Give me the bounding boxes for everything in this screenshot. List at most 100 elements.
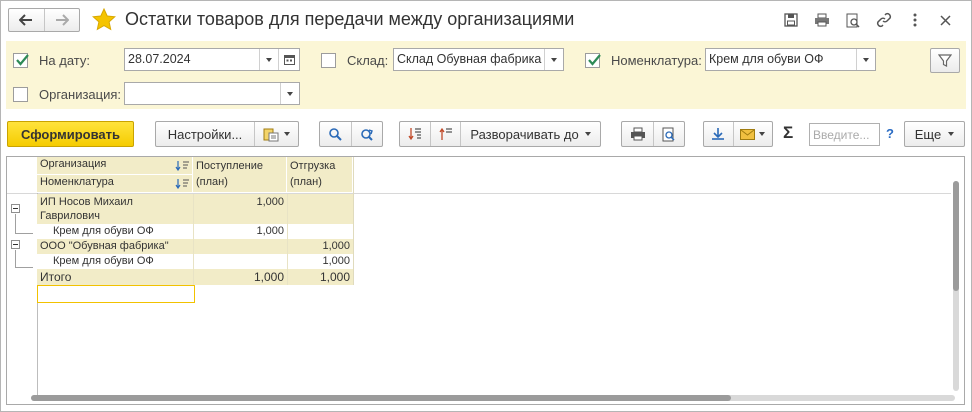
checkmark-icon: [16, 54, 29, 66]
more-label: Еще: [914, 126, 942, 142]
organization-value: [125, 83, 280, 104]
report-spreadsheet[interactable]: Организация Номенклатура Поступление (пл…: [6, 156, 965, 405]
calendar-button[interactable]: [278, 49, 299, 70]
table-cell-shipment[interactable]: [287, 224, 353, 239]
warehouse-value: Склад Обувная фабрика: [397, 52, 542, 66]
preview-button[interactable]: [837, 10, 868, 30]
favorite-star-icon[interactable]: [92, 7, 116, 34]
chevron-down-icon: [266, 57, 272, 62]
generate-button[interactable]: Сформировать: [7, 121, 134, 147]
download-icon: [712, 128, 725, 140]
chevron-down-icon: [948, 132, 955, 136]
scrollbar-thumb[interactable]: [953, 181, 959, 291]
header-organization[interactable]: Организация: [37, 157, 193, 175]
chevron-down-icon: [551, 57, 557, 62]
horizontal-scrollbar[interactable]: [31, 395, 955, 401]
calendar-icon: [283, 55, 295, 65]
date-filter-checkbox[interactable]: [13, 53, 29, 68]
nomenclature-filter-checkbox[interactable]: [585, 53, 601, 68]
header-nomenclature[interactable]: Номенклатура: [37, 175, 193, 193]
org-name-line1: ИП Носов Михаил: [40, 196, 133, 208]
print-button[interactable]: [806, 10, 837, 30]
table-row-org-name[interactable]: ИП Носов Михаил Гаврилович: [37, 194, 193, 224]
header-shipment[interactable]: Отгрузка (план): [287, 157, 353, 193]
table-cell-shipment[interactable]: [287, 194, 353, 224]
toolbar-preview-button[interactable]: [653, 122, 684, 146]
date-dropdown-button[interactable]: [259, 49, 278, 70]
organization-filter-checkbox[interactable]: [13, 87, 28, 102]
warehouse-field[interactable]: Склад Обувная фабрика: [393, 48, 564, 71]
table-row-org-name[interactable]: ООО "Обувная фабрика": [37, 239, 193, 254]
find-button[interactable]: [320, 122, 351, 146]
warehouse-dropdown-button[interactable]: [544, 49, 563, 70]
sort-icon[interactable]: [175, 179, 190, 189]
find-next-button[interactable]: [351, 122, 382, 146]
search-next-icon: [361, 128, 374, 141]
total-receipt[interactable]: 1,000: [193, 269, 287, 285]
help-button[interactable]: ?: [886, 126, 894, 141]
arrow-right-icon: [55, 14, 69, 26]
vertical-scrollbar[interactable]: [953, 181, 959, 391]
arrow-left-icon: [19, 14, 33, 26]
expand-to-button[interactable]: Разворачивать до: [460, 122, 600, 146]
table-cell-receipt[interactable]: 1,000: [193, 224, 287, 239]
nomenclature-filter-label: Номенклатура:: [611, 53, 702, 68]
sort-icon[interactable]: [175, 161, 190, 171]
kebab-menu-icon: [913, 13, 916, 27]
total-label[interactable]: Итого: [37, 269, 193, 285]
table-cell-shipment[interactable]: 1,000: [287, 239, 353, 254]
filter-settings-button[interactable]: [930, 48, 960, 73]
scrollbar-thumb[interactable]: [31, 395, 731, 401]
date-value: 28.07.2024: [128, 52, 191, 66]
warehouse-filter-checkbox[interactable]: [321, 53, 336, 68]
organization-dropdown-button[interactable]: [280, 83, 299, 104]
close-button[interactable]: [930, 10, 961, 30]
title-bar: Остатки товаров для передачи между орган…: [1, 1, 971, 39]
column-separator: [353, 157, 354, 285]
more-menu-button[interactable]: [899, 10, 930, 30]
header-receipt-line2: (план): [196, 176, 228, 188]
send-email-button[interactable]: [732, 122, 772, 146]
table-row-item-name[interactable]: Крем для обуви ОФ: [37, 224, 193, 239]
nomenclature-field[interactable]: Крем для обуви ОФ: [705, 48, 876, 71]
forward-button[interactable]: [43, 9, 80, 31]
table-cell-shipment[interactable]: 1,000: [287, 254, 353, 269]
chevron-down-icon: [287, 91, 293, 96]
collapse-group-button[interactable]: [11, 240, 20, 249]
table-cell-receipt[interactable]: [193, 239, 287, 254]
table-cell-receipt[interactable]: 1,000: [193, 194, 287, 224]
total-shipment[interactable]: 1,000: [287, 269, 353, 285]
header-receipt-line1: Поступление: [196, 160, 264, 172]
tree-line: [15, 214, 16, 234]
table-cell-receipt[interactable]: [193, 254, 287, 269]
expand-all-button[interactable]: [400, 122, 430, 146]
link-button[interactable]: [868, 10, 899, 30]
organization-field[interactable]: [124, 82, 300, 105]
variant-button[interactable]: [254, 122, 298, 146]
collapse-group-button[interactable]: [11, 204, 20, 213]
header-organization-label: Организация: [40, 158, 107, 170]
date-field[interactable]: 28.07.2024: [124, 48, 300, 71]
back-button[interactable]: [9, 9, 44, 31]
download-button[interactable]: [704, 122, 733, 146]
tree-line: [15, 233, 33, 234]
nomenclature-dropdown-button[interactable]: [856, 49, 875, 70]
report-variants-icon: [263, 128, 279, 141]
collapse-all-button[interactable]: [430, 122, 460, 146]
export-group: [703, 121, 773, 147]
page-title: Остатки товаров для передачи между орган…: [125, 9, 575, 29]
sum-icon[interactable]: Σ: [783, 123, 793, 143]
printer-icon: [814, 13, 829, 27]
sum-input[interactable]: Введите...: [809, 123, 880, 146]
header-receipt[interactable]: Поступление (план): [193, 157, 287, 193]
more-button[interactable]: Еще: [904, 121, 965, 147]
table-row-item-name[interactable]: Крем для обуви ОФ: [37, 254, 193, 269]
header-shipment-line2: (план): [290, 176, 322, 188]
settings-button[interactable]: Настройки...: [156, 122, 254, 146]
toolbar-print-button[interactable]: [622, 122, 653, 146]
header-nomenclature-label: Номенклатура: [40, 176, 114, 188]
selected-cell[interactable]: [37, 285, 195, 303]
save-button[interactable]: [775, 10, 806, 30]
collapse-groups-icon: [438, 127, 452, 140]
expand-groups-icon: [408, 128, 421, 141]
